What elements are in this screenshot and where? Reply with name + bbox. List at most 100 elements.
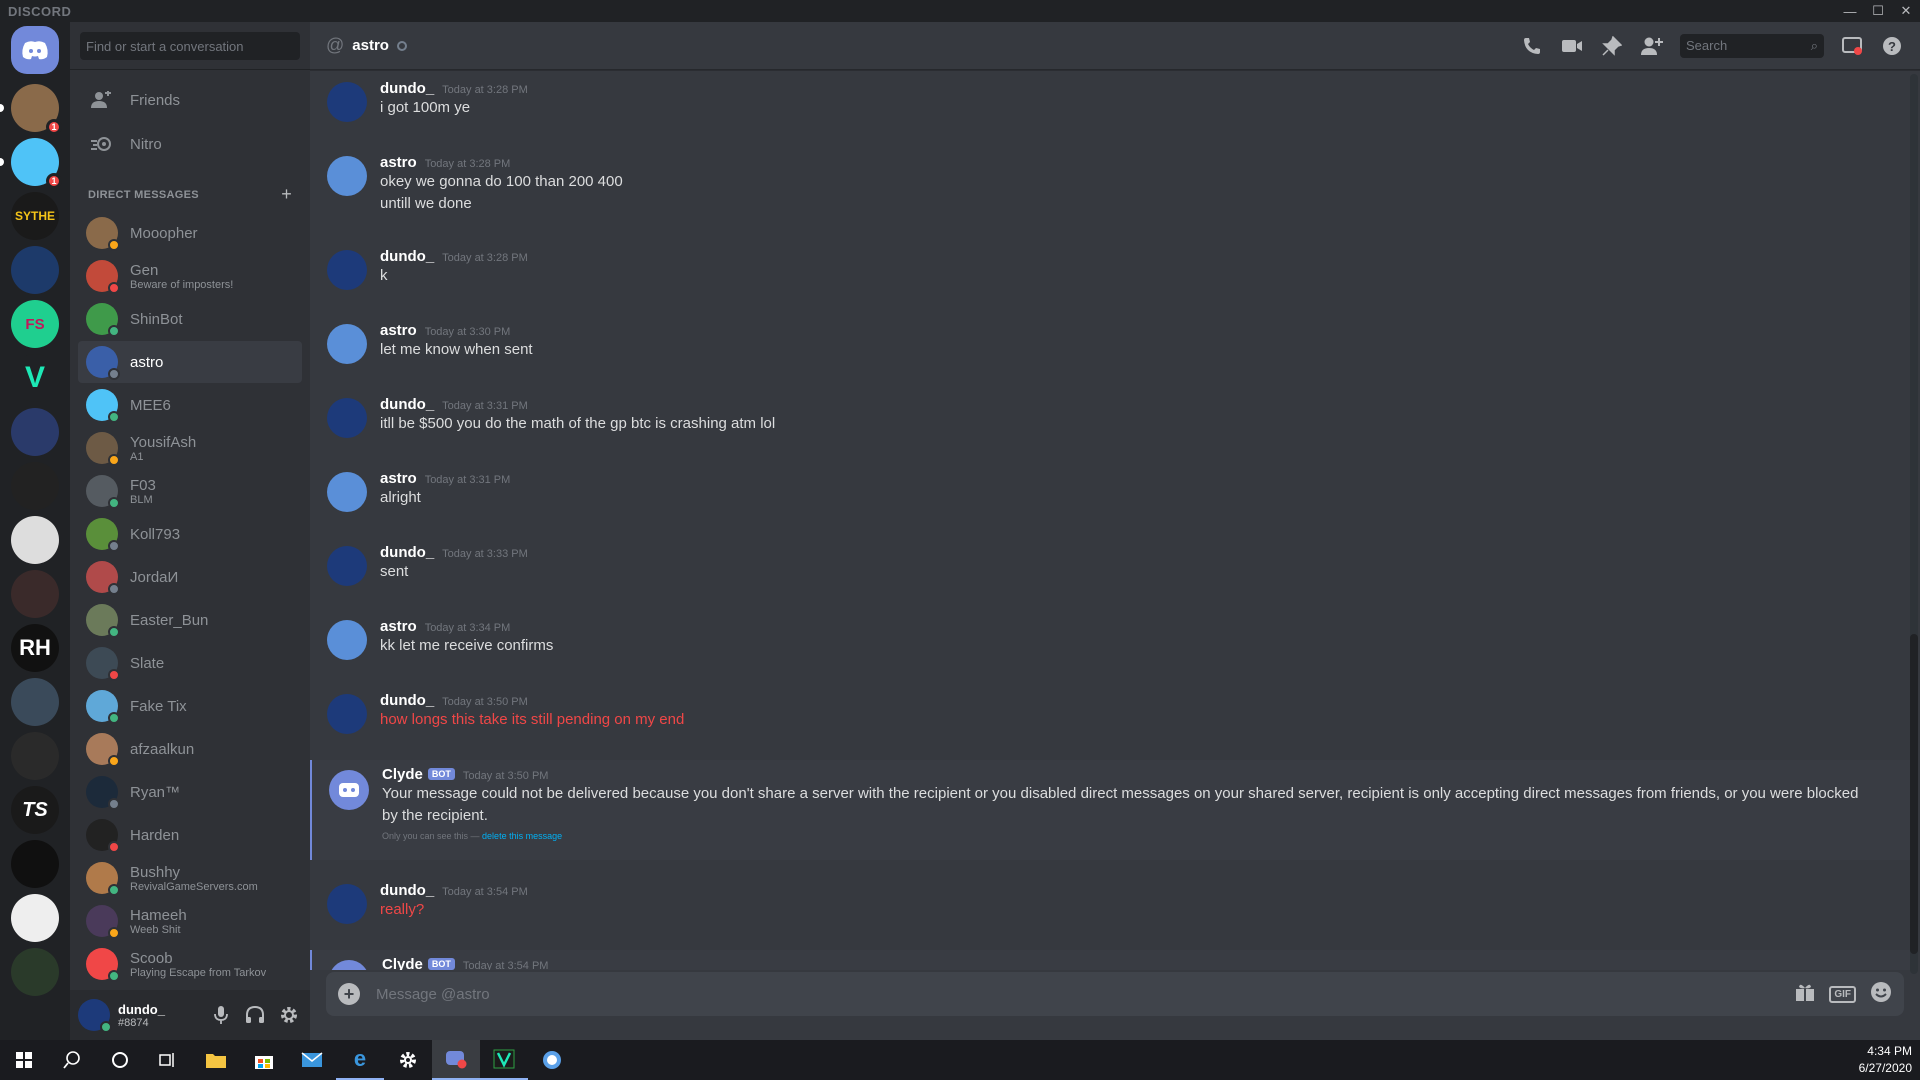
avatar[interactable] [327, 546, 367, 586]
message-input[interactable]: Message @astro [376, 986, 490, 1003]
system-clock[interactable]: 4:34 PM 6/27/2020 [1859, 1043, 1912, 1077]
emoji-icon[interactable] [1870, 981, 1892, 1008]
avatar[interactable] [327, 82, 367, 122]
message-author[interactable]: dundo_ [380, 544, 434, 561]
message-author[interactable]: dundo_ [380, 692, 434, 709]
clyde-avatar[interactable] [329, 770, 369, 810]
message-author[interactable]: astro [380, 322, 417, 339]
server-icon[interactable] [11, 570, 59, 618]
dm-list-item[interactable]: JordaИ [78, 556, 302, 598]
message-author[interactable]: dundo_ [380, 248, 434, 265]
dm-list-item[interactable]: YousifAsh A1 [78, 427, 302, 469]
close-icon[interactable]: ✕ [1892, 0, 1920, 22]
server-icon[interactable] [11, 840, 59, 888]
server-icon[interactable]: TS [11, 786, 59, 834]
avatar[interactable] [78, 999, 112, 1033]
gif-button[interactable]: GIF [1829, 985, 1856, 1003]
app-taskbar-icon[interactable] [528, 1040, 576, 1080]
windows-start-icon[interactable] [0, 1040, 48, 1080]
gift-icon[interactable] [1795, 982, 1815, 1007]
message-author[interactable]: dundo_ [380, 882, 434, 899]
message-author[interactable]: astro [380, 618, 417, 635]
add-friend-icon[interactable] [1640, 34, 1664, 58]
microphone-icon[interactable] [208, 1002, 234, 1028]
dm-name: F03 [130, 476, 156, 494]
discord-taskbar-icon[interactable] [432, 1040, 480, 1080]
task-view-icon[interactable] [144, 1040, 192, 1080]
home-button[interactable] [11, 26, 59, 74]
avatar[interactable] [327, 156, 367, 196]
dm-list-item[interactable]: Slate [78, 642, 302, 684]
server-icon[interactable] [11, 462, 59, 510]
dm-list-item[interactable]: Gen Beware of imposters! [78, 255, 302, 297]
server-icon[interactable] [11, 246, 59, 294]
message-author[interactable]: dundo_ [380, 80, 434, 97]
scrollbar[interactable] [1910, 74, 1918, 974]
voice-call-icon[interactable] [1520, 34, 1544, 58]
message-author[interactable]: astro [380, 154, 417, 171]
video-call-icon[interactable] [1560, 34, 1584, 58]
server-icon[interactable]: V [11, 354, 59, 402]
server-icon[interactable] [11, 948, 59, 996]
avatar[interactable] [327, 250, 367, 290]
message-author[interactable]: Clyde [382, 956, 423, 970]
create-dm-icon[interactable]: + [281, 184, 292, 205]
dm-mee6-unread[interactable]: 1 [0, 138, 62, 189]
dm-list-item[interactable]: MEE6 [78, 384, 302, 426]
avatar[interactable] [327, 694, 367, 734]
search-input[interactable]: Search ⌕ [1680, 33, 1824, 58]
dm-list-item[interactable]: ShinBot [78, 298, 302, 340]
settings-gear-icon[interactable] [276, 1002, 302, 1028]
friends-button[interactable]: Friends [78, 78, 302, 122]
dm-list-item[interactable]: F03 BLM [78, 470, 302, 512]
clyde-avatar[interactable] [329, 960, 369, 970]
dm-list-item[interactable]: Mooopher [78, 212, 302, 254]
dm-avatar-unread[interactable]: 1 [0, 84, 62, 135]
scrollbar-thumb[interactable] [1910, 634, 1918, 954]
avatar[interactable] [327, 620, 367, 660]
dm-list-item[interactable]: Hameeh Weeb Shit [78, 900, 302, 942]
server-icon[interactable]: FS [11, 300, 59, 348]
taskbar-search-icon[interactable] [48, 1040, 96, 1080]
message-author[interactable]: Clyde [382, 766, 423, 783]
avatar[interactable] [327, 324, 367, 364]
server-icon[interactable] [11, 732, 59, 780]
minimize-icon[interactable]: — [1836, 0, 1864, 22]
server-icon[interactable] [11, 894, 59, 942]
pin-icon[interactable] [1600, 34, 1624, 58]
inbox-icon[interactable] [1840, 34, 1864, 58]
dm-list-item[interactable]: astro [78, 341, 302, 383]
server-icon[interactable] [11, 516, 59, 564]
maximize-icon[interactable]: ☐ [1864, 0, 1892, 22]
dm-list-item[interactable]: Fake Tix [78, 685, 302, 727]
dm-list-item[interactable]: afzaalkun [78, 728, 302, 770]
server-icon[interactable]: SYTHE [11, 192, 59, 240]
dm-list-item[interactable]: Ryan™ [78, 771, 302, 813]
attach-plus-icon[interactable]: + [338, 983, 360, 1005]
settings-icon[interactable] [384, 1040, 432, 1080]
dm-list-item[interactable]: Koll793 [78, 513, 302, 555]
nitro-button[interactable]: Nitro [78, 122, 302, 166]
help-icon[interactable]: ? [1880, 34, 1904, 58]
cortana-icon[interactable] [96, 1040, 144, 1080]
server-icon[interactable] [11, 408, 59, 456]
headphones-icon[interactable] [242, 1002, 268, 1028]
dm-list-item[interactable]: Easter_Bun [78, 599, 302, 641]
store-icon[interactable] [240, 1040, 288, 1080]
avatar[interactable] [327, 398, 367, 438]
message-author[interactable]: dundo_ [380, 396, 434, 413]
avatar[interactable] [327, 884, 367, 924]
avatar[interactable] [327, 472, 367, 512]
delete-message-link[interactable]: delete this message [482, 831, 562, 841]
mail-icon[interactable] [288, 1040, 336, 1080]
server-icon[interactable] [11, 678, 59, 726]
dm-search-input[interactable]: Find or start a conversation [80, 31, 300, 60]
dm-list-item[interactable]: Harden [78, 814, 302, 856]
file-explorer-icon[interactable] [192, 1040, 240, 1080]
dm-list-item[interactable]: Scoob Playing Escape from Tarkov [78, 943, 302, 985]
edge-icon[interactable]: e [336, 1040, 384, 1080]
message-author[interactable]: astro [380, 470, 417, 487]
dm-list-item[interactable]: Bushhy RevivalGameServers.com [78, 857, 302, 899]
vim-taskbar-icon[interactable] [480, 1040, 528, 1080]
server-icon[interactable]: RH [11, 624, 59, 672]
